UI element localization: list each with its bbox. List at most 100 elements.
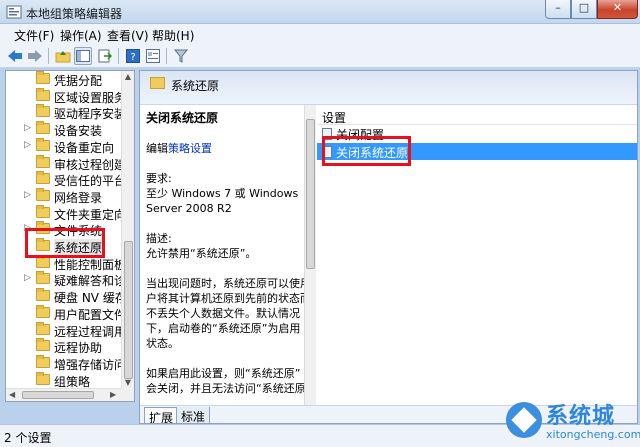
folder-icon: [36, 121, 50, 135]
scroll-up-icon[interactable]: ▲: [122, 72, 134, 81]
tree-item[interactable]: 远程协助: [6, 338, 122, 355]
tree-item-label: 文件夹重定向: [54, 207, 127, 222]
maximize-button[interactable]: □: [571, 0, 597, 19]
tree-item-label: 网络登录: [54, 190, 103, 205]
description-panel: 关闭系统还原 编辑策略设置 要求: 至少 Windows 7 或 Windows…: [140, 105, 311, 405]
requirements-label: 要求:: [146, 172, 172, 185]
tree-item-label: 区域设置服务: [54, 90, 127, 105]
tree-item[interactable]: 驱动程序安装: [6, 104, 126, 121]
help-icon[interactable]: ?: [124, 47, 142, 65]
scroll-down-icon[interactable]: ▼: [122, 378, 134, 387]
maximize-icon: □: [578, 1, 590, 14]
edit-prefix: 编辑: [146, 142, 168, 155]
settings-column-header[interactable]: 设置: [317, 105, 637, 125]
tree-item-label: 硬盘 NV 缓存: [54, 291, 127, 306]
folder-icon: [36, 288, 50, 302]
tree-item-label: 性能控制面板: [54, 257, 127, 272]
description-summary: 允许禁用“系统还原”。: [146, 247, 257, 260]
menu-action[interactable]: 操作(A): [60, 27, 102, 44]
highlight-box-tree: [25, 228, 105, 258]
tab-standard[interactable]: 标准: [176, 407, 211, 423]
scroll-thumb[interactable]: [22, 391, 94, 399]
watermark-url: xitongcheng.com: [546, 428, 640, 441]
edit-line: 编辑策略设置: [146, 141, 310, 156]
tree-item[interactable]: 凭据分配: [6, 71, 122, 88]
menu-file[interactable]: 文件(F): [14, 27, 54, 44]
folder-icon: [36, 204, 50, 218]
folder-icon: [36, 87, 50, 101]
back-icon[interactable]: [6, 47, 24, 65]
expand-arrow-icon[interactable]: ▷: [24, 273, 31, 283]
details-header: 系统还原: [140, 71, 637, 105]
policy-heading: 关闭系统还原: [146, 111, 219, 125]
forward-icon[interactable]: [26, 47, 44, 65]
tree-item[interactable]: ▷ 设备重定向: [6, 137, 122, 155]
tree-item[interactable]: 受信任的平台模: [6, 171, 134, 188]
folder-icon: [36, 104, 50, 118]
tree-item[interactable]: 用户配置文件: [6, 304, 126, 322]
export-icon[interactable]: [96, 47, 114, 65]
svg-text:?: ?: [130, 52, 135, 63]
tree-item[interactable]: ▷ 网络登录: [6, 187, 122, 205]
edit-policy-link[interactable]: 策略设置: [168, 142, 212, 155]
tree-item-label: 凭据分配: [54, 74, 103, 88]
minimize-button[interactable]: –: [545, 0, 571, 19]
tab-label: 扩展: [149, 411, 174, 424]
description-body-line: 下，启动卷的“系统还原”为启用: [146, 322, 301, 335]
toolbar-separator: [48, 48, 49, 64]
requirements-line: 至少 Windows 7 或 Windows: [146, 187, 299, 200]
folder-icon: [36, 338, 50, 352]
toolbar-separator: [118, 48, 119, 64]
description-scrollbar[interactable]: [304, 105, 316, 405]
watermark: 系统城 xitongcheng.com: [500, 398, 640, 446]
scroll-right-icon[interactable]: ▶: [110, 390, 116, 399]
tab-extended[interactable]: 扩展: [144, 407, 179, 424]
tree-item[interactable]: 文件夹重定向: [6, 204, 126, 222]
tree-item[interactable]: 硬盘 NV 缓存: [6, 288, 127, 305]
description-body-line: 当出现问题时，系统还原可以使用: [146, 277, 311, 290]
tree-item[interactable]: 组策略: [6, 371, 122, 389]
tree-item[interactable]: 远程过程调用: [6, 321, 126, 339]
folder-icon: [36, 304, 50, 318]
settings-header-label: 设置: [322, 111, 347, 125]
folder-icon: [36, 354, 50, 368]
details-title: 系统还原: [171, 79, 220, 93]
folder-icon: [36, 321, 50, 335]
properties-icon[interactable]: [144, 47, 162, 65]
scroll-thumb[interactable]: [124, 241, 133, 379]
window-title: 本地组策略编辑器: [26, 7, 123, 21]
expand-arrow-icon[interactable]: ▷: [24, 190, 31, 200]
show-hide-tree-icon[interactable]: [74, 47, 92, 65]
tree-item-label: 驱动程序安装: [54, 107, 127, 122]
expand-arrow-icon[interactable]: ▷: [24, 123, 31, 133]
expand-arrow-icon[interactable]: ▷: [24, 140, 31, 150]
requirements-line: Server 2008 R2: [146, 202, 232, 215]
toolbar: ?: [0, 44, 640, 68]
folder-icon: [36, 154, 50, 168]
description-body-line: 会关闭，并且无法访问“系统还原: [146, 382, 306, 395]
menu-view[interactable]: 查看(V): [107, 27, 149, 44]
tree-item[interactable]: 区域设置服务: [6, 87, 126, 105]
tree-vertical-scrollbar[interactable]: ▲ ▼: [121, 71, 134, 401]
status-text: 2 个设置: [4, 431, 52, 445]
tree-item[interactable]: 增强存储访问: [6, 354, 126, 372]
folder-icon: [36, 271, 50, 285]
close-button[interactable]: ✕: [597, 0, 638, 19]
menu-help[interactable]: 帮助(H): [152, 27, 194, 44]
up-folder-icon[interactable]: [54, 47, 72, 65]
tree-horizontal-scrollbar[interactable]: ◀ ▶: [6, 388, 122, 401]
minimize-icon: –: [555, 1, 561, 14]
title-bar: 本地组策略编辑器 – □ ✕: [0, 0, 640, 24]
scroll-left-icon[interactable]: ◀: [9, 390, 15, 399]
folder-icon: [150, 77, 165, 89]
folder-icon: [36, 371, 50, 385]
tree-item[interactable]: 审核过程创建: [6, 154, 126, 172]
folder-icon: [36, 137, 50, 151]
scroll-thumb[interactable]: [306, 119, 315, 269]
description-label: 描述:: [146, 232, 172, 245]
tree-item[interactable]: ▷ 疑难解答和诊断: [6, 271, 134, 288]
filter-icon[interactable]: [172, 47, 190, 65]
folder-icon: [36, 254, 50, 268]
tree-item[interactable]: ▷ 设备安装: [6, 121, 122, 138]
tree-item-label: 远程协助: [54, 341, 103, 356]
